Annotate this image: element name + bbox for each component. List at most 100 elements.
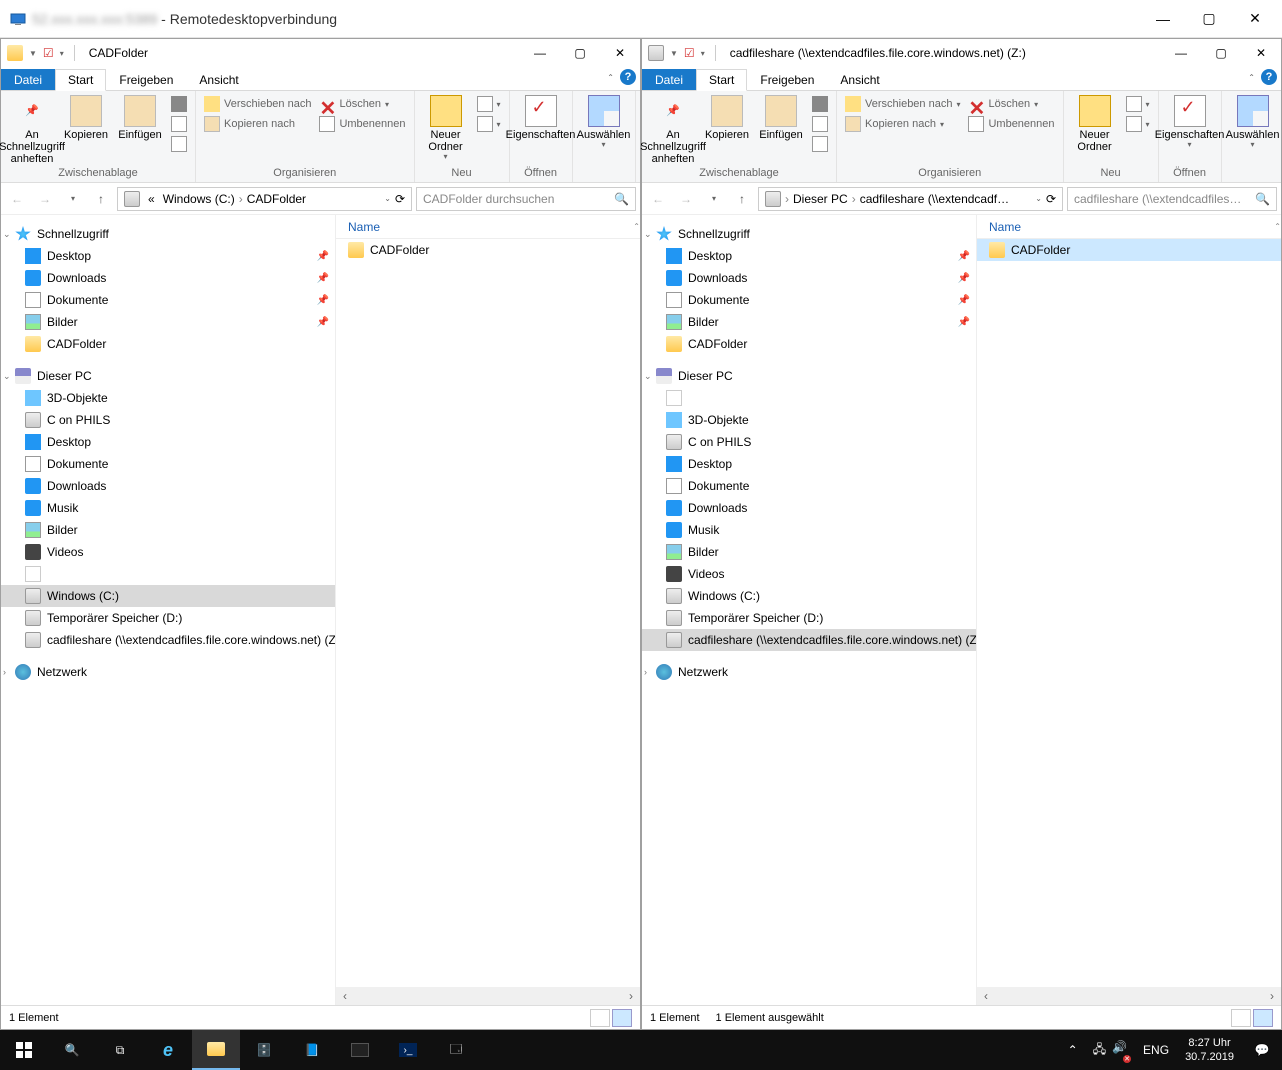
tab-share[interactable]: Freigeben (106, 69, 186, 90)
start-button[interactable] (0, 1030, 48, 1070)
new-folder-button[interactable]: Neuer Ordner (1068, 93, 1122, 153)
refresh-button[interactable]: ⟳ (1046, 192, 1056, 206)
nav-documents[interactable]: Dokumente📌 (642, 289, 976, 311)
breadcrumb-item[interactable]: CADFolder (243, 192, 310, 206)
col-name[interactable]: Name (348, 220, 380, 234)
nav-c-on-phils[interactable]: C on PHILS (1, 409, 335, 431)
column-headers[interactable]: Name ⌃ (977, 215, 1281, 239)
new-item-button[interactable]: ▾ (1124, 95, 1152, 113)
volume-icon[interactable]: 🔊✕ (1112, 1040, 1127, 1061)
close-button[interactable]: ✕ (1232, 4, 1278, 34)
list-item[interactable]: CADFolder (977, 239, 1281, 261)
recent-dropdown[interactable]: ▾ (702, 187, 726, 211)
rename-button[interactable]: Umbenennen (317, 115, 407, 133)
this-pc-root[interactable]: ⌄Dieser PC (1, 365, 335, 387)
close-button[interactable]: ✕ (1241, 39, 1281, 67)
nav-downloads[interactable]: Downloads📌 (1, 267, 335, 289)
nav-pictures-pc[interactable]: Bilder (1, 519, 335, 541)
quick-access-root[interactable]: ⌄Schnellzugriff (1, 223, 335, 245)
maximize-button[interactable]: ▢ (1186, 4, 1232, 34)
server-manager-button[interactable]: 🗄️ (240, 1030, 288, 1070)
search-input[interactable]: CADFolder durchsuchen 🔍 (416, 187, 636, 211)
qat-dropdown[interactable]: ▾ (60, 49, 64, 58)
maximize-button[interactable]: ▢ (560, 39, 600, 67)
list-item[interactable]: CADFolder (336, 239, 640, 261)
up-button[interactable]: ↑ (89, 187, 113, 211)
nav-downloads-pc[interactable]: Downloads (1, 475, 335, 497)
forward-button[interactable]: → (33, 187, 57, 211)
new-item-button[interactable]: ▾ (475, 95, 503, 113)
this-pc-root[interactable]: ⌄Dieser PC (642, 365, 976, 387)
nav-pictures[interactable]: Bilder📌 (642, 311, 976, 333)
details-view-button[interactable] (590, 1009, 610, 1027)
cmd-button[interactable] (336, 1030, 384, 1070)
properties-button[interactable]: Eigenschaften▾ (1163, 93, 1217, 150)
nav-cadfileshare[interactable]: cadfileshare (\\extendcadfiles.file.core… (642, 629, 976, 651)
clock[interactable]: 8:27 Uhr 30.7.2019 (1177, 1036, 1242, 1065)
refresh-button[interactable]: ⟳ (395, 192, 405, 206)
maximize-button[interactable]: ▢ (1201, 39, 1241, 67)
minimize-button[interactable]: — (1161, 39, 1201, 67)
easy-access-button[interactable]: ▾ (1124, 115, 1152, 133)
tab-file[interactable]: Datei (1, 69, 55, 90)
nav-3d-objects[interactable]: 3D-Objekte (642, 409, 976, 431)
copy-to-button[interactable]: Kopieren nach (202, 115, 313, 133)
tab-view[interactable]: Ansicht (827, 69, 892, 90)
nav-blank[interactable] (1, 563, 335, 585)
tab-start[interactable]: Start (55, 69, 106, 91)
navigation-pane[interactable]: ⌄Schnellzugriff Desktop📌 Downloads📌 Doku… (642, 215, 977, 1005)
powershell-button[interactable]: ›_ (384, 1030, 432, 1070)
paste-button[interactable]: Einfügen (113, 93, 167, 141)
qat-checkbox-icon[interactable]: ☑ (43, 46, 54, 60)
paste-shortcut-button[interactable] (169, 135, 189, 153)
delete-button[interactable]: ✕Löschen▾ (966, 95, 1056, 113)
nav-documents[interactable]: Dokumente📌 (1, 289, 335, 311)
search-button[interactable]: 🔍 (48, 1030, 96, 1070)
horizontal-scrollbar[interactable]: ‹› (336, 987, 640, 1005)
help-icon[interactable]: ? (1261, 69, 1277, 85)
breadcrumb-item[interactable]: Dieser PC (789, 192, 852, 206)
address-dropdown[interactable]: ⌄ (384, 194, 391, 203)
nav-3d-objects[interactable]: 3D-Objekte (1, 387, 335, 409)
app-button[interactable]: 🗔 (432, 1030, 480, 1070)
copy-path-button[interactable] (169, 115, 189, 133)
tab-view[interactable]: Ansicht (186, 69, 251, 90)
paste-button[interactable]: Einfügen (754, 93, 808, 141)
language-indicator[interactable]: ENG (1135, 1043, 1177, 1057)
nav-pictures[interactable]: Bilder📌 (1, 311, 335, 333)
file-list-pane[interactable]: Name ⌃ CADFolder ‹› (336, 215, 640, 1005)
nav-temp-d[interactable]: Temporärer Speicher (D:) (1, 607, 335, 629)
nav-desktop[interactable]: Desktop📌 (642, 245, 976, 267)
nav-cadfolder[interactable]: CADFolder (642, 333, 976, 355)
copy-button[interactable]: Kopieren (59, 93, 113, 141)
copy-button[interactable]: Kopieren (700, 93, 754, 141)
tab-share[interactable]: Freigeben (747, 69, 827, 90)
back-button[interactable]: ← (5, 187, 29, 211)
properties-button[interactable]: Eigenschaften (514, 93, 568, 141)
select-button[interactable]: Auswählen▾ (1226, 93, 1280, 150)
collapse-ribbon-icon[interactable]: ⌃ (607, 73, 614, 82)
title-bar[interactable]: ▼ ☑ ▾ CADFolder — ▢ ✕ (1, 39, 640, 67)
quick-access-root[interactable]: ⌄Schnellzugriff (642, 223, 976, 245)
move-to-button[interactable]: Verschieben nach (202, 95, 313, 113)
tab-file[interactable]: Datei (642, 69, 696, 90)
nav-music[interactable]: Musik (642, 519, 976, 541)
close-button[interactable]: ✕ (600, 39, 640, 67)
network-root[interactable]: ›Netzwerk (1, 661, 335, 683)
qat-dropdown[interactable]: ▾ (701, 49, 705, 58)
minimize-button[interactable]: — (1140, 4, 1186, 34)
back-button[interactable]: ← (646, 187, 670, 211)
nav-cadfileshare[interactable]: cadfileshare (\\extendcadfiles.file.core… (1, 629, 335, 651)
nav-desktop-pc[interactable]: Desktop (1, 431, 335, 453)
col-name[interactable]: Name (989, 220, 1021, 234)
icons-view-button[interactable] (612, 1009, 632, 1027)
collapse-ribbon-icon[interactable]: ⌃ (1248, 73, 1255, 82)
network-root[interactable]: ›Netzwerk (642, 661, 976, 683)
recent-dropdown[interactable]: ▾ (61, 187, 85, 211)
tab-start[interactable]: Start (696, 69, 747, 91)
nav-documents-pc[interactable]: Dokumente (1, 453, 335, 475)
network-icon[interactable]: 🖧 (1093, 1040, 1106, 1061)
chevron-down-icon[interactable]: ▼ (670, 49, 678, 58)
app-button[interactable]: 📘 (288, 1030, 336, 1070)
nav-videos[interactable]: Videos (642, 563, 976, 585)
